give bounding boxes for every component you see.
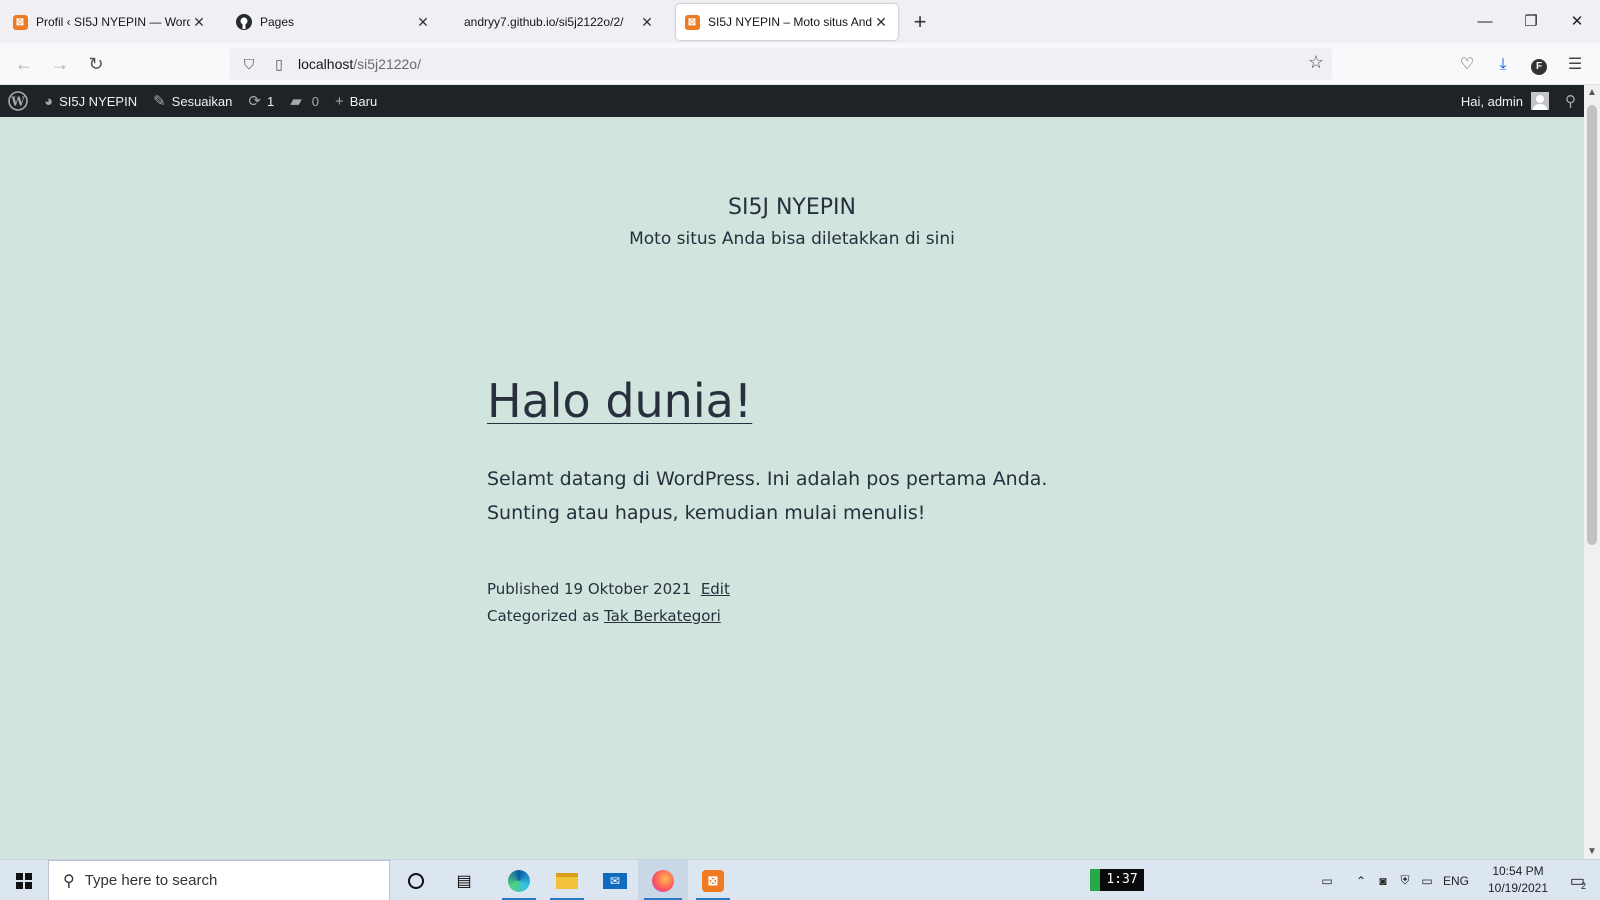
mail-icon[interactable]: ✉ bbox=[592, 860, 638, 900]
search-icon: ⚲ bbox=[1565, 93, 1576, 110]
tab-profil[interactable]: ⊠ Profil ‹ SI5J NYEPIN — WordPress ✕ bbox=[4, 4, 216, 40]
clock-time: 10:54 PM bbox=[1492, 864, 1544, 878]
navigation-bar: ← → ↻ ⛉ ▯ localhost/si5j2122o/ ☆ ♡ ⤓ F ☰ bbox=[0, 43, 1600, 85]
published-label: Published bbox=[487, 580, 560, 598]
close-tab-icon[interactable]: ✕ bbox=[872, 14, 890, 31]
notification-count: 2 bbox=[1581, 880, 1587, 891]
adminbar-search[interactable]: ⚲ bbox=[1557, 85, 1584, 117]
scroll-up-arrow[interactable]: ▲ bbox=[1584, 87, 1600, 98]
reload-button[interactable]: ↻ bbox=[82, 50, 110, 78]
address-bar[interactable]: ⛉ ▯ localhost/si5j2122o/ ☆ bbox=[230, 48, 1332, 80]
close-tab-icon[interactable]: ✕ bbox=[638, 14, 656, 31]
xampp-icon: ⊠ bbox=[684, 14, 700, 30]
chevron-up-icon[interactable]: ⌃ bbox=[1350, 874, 1372, 888]
wp-admin-bar: W ◕ SI5J NYEPIN ✎ Sesuaikan ⟳ 1 ▰ 0 + Ba… bbox=[0, 85, 1584, 117]
tab-github-io[interactable]: andryy7.github.io/si5j2122o/2/ ✕ bbox=[452, 4, 664, 40]
scrollbar[interactable]: ▲ ▼ bbox=[1584, 85, 1600, 859]
post-category: Categorized as Tak Berkategori bbox=[487, 603, 730, 630]
greeting-label: Hai, admin bbox=[1460, 93, 1523, 109]
file-explorer-icon[interactable] bbox=[544, 860, 590, 900]
xampp-icon: ⊠ bbox=[12, 14, 28, 30]
wordpress-logo-icon[interactable]: W bbox=[0, 85, 36, 117]
brush-icon: ✎ bbox=[153, 93, 166, 110]
search-icon: ⚲ bbox=[63, 872, 75, 890]
updates-count: 1 bbox=[266, 93, 275, 109]
adminbar-comments[interactable]: ▰ 0 bbox=[282, 85, 327, 117]
clock-date: 10/19/2021 bbox=[1487, 881, 1549, 895]
svg-text:W: W bbox=[10, 95, 25, 109]
site-title[interactable]: SI5J NYEPIN bbox=[0, 195, 1584, 220]
tab-pages[interactable]: Pages ✕ bbox=[228, 4, 440, 40]
updates-icon: ⟳ bbox=[248, 93, 261, 110]
notification-center-icon[interactable]: ▭ 2 bbox=[1560, 860, 1596, 900]
adminbar-site-name[interactable]: ◕ SI5J NYEPIN bbox=[36, 85, 145, 117]
minimize-button[interactable]: — bbox=[1462, 6, 1508, 38]
restore-button[interactable]: ❐ bbox=[1508, 6, 1554, 38]
windows-start-button[interactable] bbox=[0, 860, 48, 900]
shield-icon[interactable]: ⛉ bbox=[238, 56, 260, 73]
taskbar-search[interactable]: ⚲ Type here to search bbox=[48, 860, 390, 900]
published-date: 19 Oktober 2021 bbox=[564, 580, 692, 598]
tab-title: Pages bbox=[260, 15, 295, 29]
site-tagline: Moto situs Anda bisa diletakkan di sini bbox=[629, 229, 955, 249]
battery-icon[interactable]: ▭ bbox=[1416, 874, 1438, 888]
window-close-button[interactable]: ✕ bbox=[1554, 6, 1600, 38]
site-name-label: SI5J NYEPIN bbox=[59, 93, 138, 109]
forward-button[interactable]: → bbox=[46, 50, 74, 78]
tab-title: SI5J NYEPIN – Moto situs Anda bisa dilet… bbox=[708, 15, 872, 29]
github-icon bbox=[236, 14, 252, 30]
security-icon[interactable]: ⛨ bbox=[1394, 873, 1416, 888]
category-link[interactable]: Tak Berkategori bbox=[604, 607, 721, 625]
post-body: Selamt datang di WordPress. Ini adalah p… bbox=[487, 468, 1048, 524]
url-path: /si5j2122o/ bbox=[353, 56, 421, 72]
tab-title: Profil ‹ SI5J NYEPIN — WordPress bbox=[36, 15, 190, 29]
dashboard-icon: ◕ bbox=[44, 92, 54, 110]
news-icon[interactable]: ▭ bbox=[1312, 874, 1342, 888]
comment-icon: ▰ bbox=[290, 93, 302, 110]
adminbar-updates[interactable]: ⟳ 1 bbox=[240, 85, 282, 117]
pocket-icon[interactable]: ♡ bbox=[1456, 54, 1478, 76]
language-indicator[interactable]: ENG bbox=[1438, 874, 1474, 888]
customize-label: Sesuaikan bbox=[171, 93, 233, 109]
page-content: SI5J NYEPIN Moto situs Anda bisa diletak… bbox=[0, 117, 1584, 859]
tab-si5j-nyepin[interactable]: ⊠ SI5J NYEPIN – Moto situs Anda bisa dil… bbox=[676, 4, 898, 40]
url-host: localhost bbox=[298, 56, 354, 72]
post-meta: Published 19 Oktober 2021 Edit Categoriz… bbox=[487, 576, 730, 630]
system-tray: ▭ ⌃ ◙ ⛨ ▭ ENG bbox=[1312, 860, 1474, 900]
tab-strip: ⊠ Profil ‹ SI5J NYEPIN — WordPress ✕ Pag… bbox=[0, 0, 1600, 43]
task-view-icon[interactable]: ▤ bbox=[446, 860, 482, 900]
bookmark-star-icon[interactable]: ☆ bbox=[1308, 52, 1324, 73]
menu-icon[interactable]: ☰ bbox=[1564, 54, 1586, 76]
close-tab-icon[interactable]: ✕ bbox=[190, 14, 208, 31]
post-title-link[interactable]: Halo dunia! bbox=[487, 374, 752, 428]
new-tab-button[interactable]: + bbox=[906, 8, 934, 36]
xampp-taskbar-icon[interactable]: ⊠ bbox=[690, 860, 736, 900]
adminbar-new[interactable]: + Baru bbox=[327, 85, 385, 117]
category-label: Categorized as bbox=[487, 607, 600, 625]
adminbar-account[interactable]: Hai, admin bbox=[1453, 85, 1557, 117]
camera-icon[interactable]: ◙ bbox=[1372, 874, 1394, 888]
taskbar: ⚲ Type here to search ▤ ✉ ⊠ 1:37 ▭ ⌃ ◙ ⛨… bbox=[0, 859, 1600, 900]
battery-widget[interactable]: 1:37 bbox=[1090, 869, 1144, 891]
clock[interactable]: 10:54 PM 10/19/2021 bbox=[1480, 863, 1556, 897]
scroll-down-arrow[interactable]: ▼ bbox=[1584, 846, 1600, 857]
cortana-icon[interactable] bbox=[398, 860, 434, 900]
edge-icon[interactable] bbox=[496, 860, 542, 900]
plus-icon: + bbox=[334, 92, 344, 110]
adminbar-customize[interactable]: ✎ Sesuaikan bbox=[145, 85, 240, 117]
avatar bbox=[1531, 92, 1549, 110]
back-button[interactable]: ← bbox=[10, 50, 38, 78]
close-tab-icon[interactable]: ✕ bbox=[414, 14, 432, 31]
post-published: Published 19 Oktober 2021 Edit bbox=[487, 576, 730, 603]
account-icon[interactable]: F bbox=[1528, 54, 1550, 76]
edit-link[interactable]: Edit bbox=[701, 580, 730, 598]
download-icon[interactable]: ⤓ bbox=[1492, 54, 1514, 76]
new-label: Baru bbox=[349, 93, 378, 109]
firefox-icon[interactable] bbox=[638, 860, 688, 900]
page-icon: ▯ bbox=[275, 55, 283, 72]
comments-count: 0 bbox=[311, 93, 319, 109]
search-placeholder: Type here to search bbox=[84, 872, 218, 889]
scrollbar-thumb[interactable] bbox=[1587, 105, 1597, 545]
tab-title: andryy7.github.io/si5j2122o/2/ bbox=[464, 15, 624, 29]
